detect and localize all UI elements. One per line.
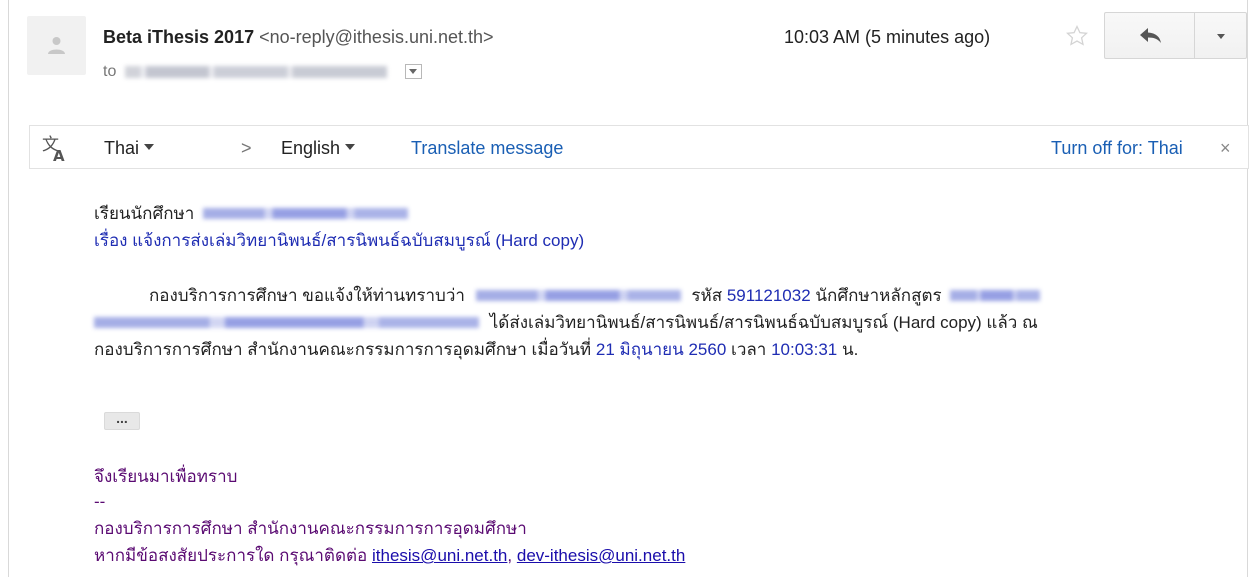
turn-off-translation-link[interactable]: Turn off for: Thai [1051,137,1183,159]
program-redacted [94,317,479,329]
reply-button[interactable] [1104,12,1194,59]
sender: Beta iThesis 2017 <no-reply@ithesis.uni.… [103,26,494,48]
to-label: to [103,63,117,80]
svg-text:A: A [53,147,65,162]
body-text: น. [842,340,859,359]
signature-office: กองบริการการศึกษา สำนักงานคณะกรรมการการอ… [94,519,527,538]
subject-line: เรื่อง แจ้งการส่งเล่มวิทยานิพนธ์/สารนิพน… [94,231,585,250]
student-name-redacted [475,290,681,302]
contact-email-link[interactable]: dev-ithesis@uni.net.th [517,546,685,565]
show-details-button[interactable] [405,64,423,80]
caret-down-icon [345,144,356,151]
student-name-redacted [203,208,409,220]
more-actions-button[interactable] [1194,12,1247,59]
show-trimmed-content-button[interactable]: ... [104,411,140,430]
email-message: Beta iThesis 2017 <no-reply@ithesis.uni.… [8,0,1249,577]
contact-email-link[interactable]: ithesis@uni.net.th [372,546,507,565]
body-line-2: ได้ส่งเล่มวิทยานิพนธ์/สารนิพนธ์/สารนิพนธ… [94,310,1038,336]
signature-separator: -- [94,492,106,511]
body-line-3: กองบริการการศึกษา สำนักงานคณะกรรมการการอ… [94,337,858,363]
contact-separator: , [507,546,513,565]
body-text: ได้ส่งเล่มวิทยานิพนธ์/สารนิพนธ์/สารนิพนธ… [489,313,1038,332]
contact-prefix: หากมีข้อสงสัยประการใด กรุณาติดต่อ [94,546,368,565]
source-language-label: Thai [104,138,140,158]
submission-date: 21 มิถุนายน 2560 [595,340,727,359]
target-language-select[interactable]: English [281,137,356,159]
greeting-line: เรียนนักศึกษา [94,201,409,227]
closing-line: จึงเรียนมาเพื่อทราบ [94,467,238,486]
reply-arrow-icon [1140,28,1161,43]
person-icon [48,37,65,54]
timestamp: 10:03 AM (5 minutes ago) [784,27,991,47]
body-text: เวลา [731,340,767,359]
student-id: 591121032 [726,286,811,305]
source-language-select[interactable]: Thai [104,137,155,159]
body-text: รหัส [691,286,723,305]
star-outline-icon[interactable] [1065,24,1089,48]
recipients-line: to [103,62,423,82]
chevron-down-icon [409,69,418,75]
chevron-down-icon [1217,34,1225,39]
program-redacted [950,290,1041,302]
target-language-label: English [281,138,341,158]
close-icon[interactable]: × [1220,138,1231,159]
caret-down-icon [144,144,155,151]
body-text: กองบริการการศึกษา ขอแจ้งให้ท่านทราบว่า [149,286,465,305]
submission-time: 10:03:31 [771,340,838,359]
sender-email: <no-reply@ithesis.uni.net.th> [259,27,494,47]
translate-bar: 文 A Thai > English Translate message Tur… [29,125,1249,169]
translate-message-link[interactable]: Translate message [411,137,563,159]
body-text: กองบริการการศึกษา สำนักงานคณะกรรมการการอ… [94,340,592,359]
contact-line: หากมีข้อสงสัยประการใด กรุณาติดต่อ ithesi… [94,543,685,569]
avatar [27,16,86,75]
body-text: นักศึกษาหลักสูตร [815,286,942,305]
greeting: เรียนนักศึกษา [94,204,195,223]
body-line-1: กองบริการการศึกษา ขอแจ้งให้ท่านทราบว่า ร… [149,283,1041,309]
recipients-redacted [124,65,387,78]
sender-name[interactable]: Beta iThesis 2017 [103,27,254,47]
language-arrow: > [241,138,252,158]
translate-icon: 文 A [42,135,65,162]
